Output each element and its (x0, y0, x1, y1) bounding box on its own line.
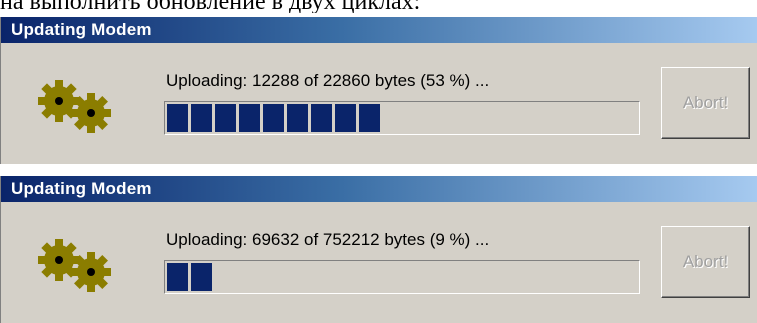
document-text-line: на выполнить обновление в двух циклах: (0, 0, 421, 13)
progress-block (191, 104, 212, 132)
dialog-title: Updating Modem (11, 20, 152, 39)
upload-progress-bar (164, 101, 640, 135)
progress-block (239, 104, 260, 132)
abort-button[interactable]: Abort! (661, 67, 750, 139)
progress-block (167, 263, 188, 291)
progress-block (191, 263, 212, 291)
progress-block (335, 104, 356, 132)
separator (0, 164, 757, 176)
progress-block (287, 104, 308, 132)
updating-modem-dialog-2: Updating Modem Uploading: 69632 of 75221… (0, 176, 757, 323)
progress-block (311, 104, 332, 132)
dialog-titlebar: Updating Modem (1, 176, 757, 202)
progress-block (263, 104, 284, 132)
upload-progress-bar (164, 260, 640, 294)
upload-status-text: Uploading: 12288 of 22860 bytes (53 %) .… (166, 71, 490, 90)
dialog-titlebar: Updating Modem (1, 17, 757, 43)
dialog-title: Updating Modem (11, 179, 152, 198)
upload-status-text: Uploading: 69632 of 752212 bytes (9 %) .… (166, 230, 490, 249)
progress-block (359, 104, 380, 132)
updating-modem-dialog-1: Updating Modem Uploading: 12288 of 22860… (0, 17, 757, 164)
gears-icon (38, 80, 111, 133)
abort-button[interactable]: Abort! (661, 226, 750, 298)
gears-icon (38, 239, 111, 292)
progress-block (215, 104, 236, 132)
progress-fill (167, 104, 637, 132)
progress-fill (167, 263, 637, 291)
progress-block (167, 104, 188, 132)
